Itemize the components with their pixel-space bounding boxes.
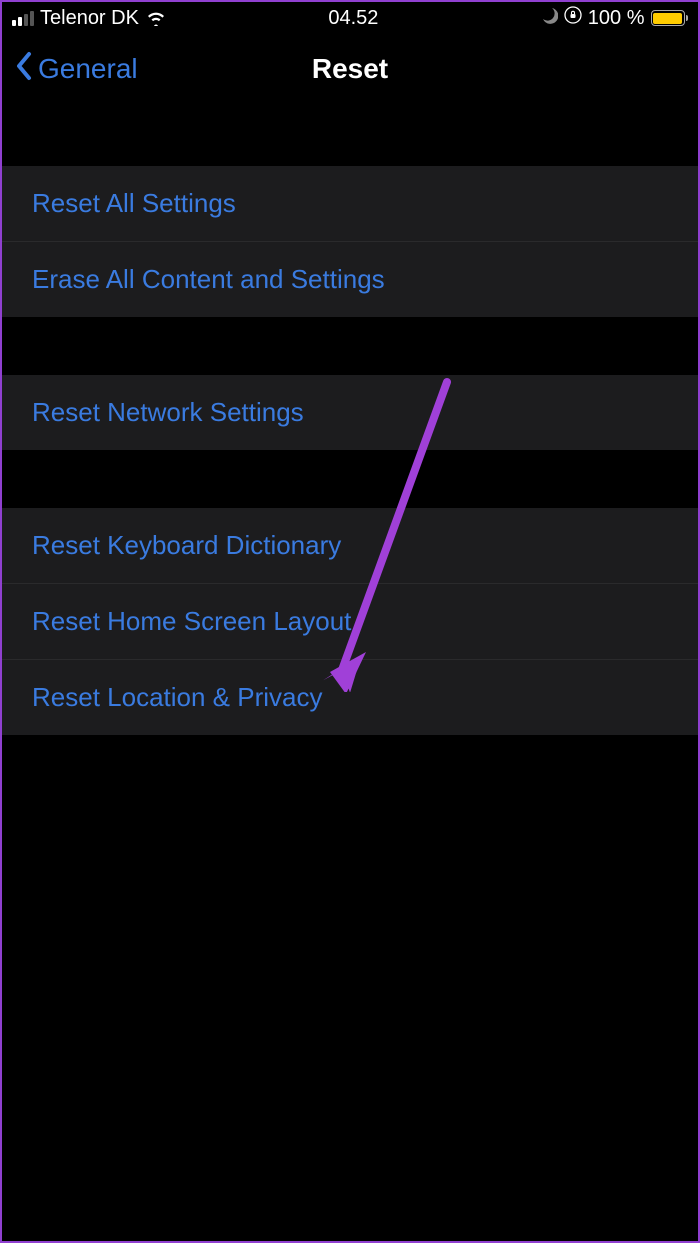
- battery-percentage: 100 %: [588, 7, 645, 30]
- reset-all-settings[interactable]: Reset All Settings: [2, 166, 698, 242]
- reset-group-2: Reset Network Settings: [2, 375, 698, 450]
- reset-location-and-privacy[interactable]: Reset Location & Privacy: [2, 660, 698, 735]
- list-item-label: Reset Location & Privacy: [32, 682, 322, 712]
- list-item-label: Reset All Settings: [32, 188, 236, 218]
- list-item-label: Erase All Content and Settings: [32, 264, 385, 294]
- reset-home-screen-layout[interactable]: Reset Home Screen Layout: [2, 584, 698, 660]
- list-item-label: Reset Home Screen Layout: [32, 606, 351, 636]
- reset-network-settings[interactable]: Reset Network Settings: [2, 375, 698, 450]
- section-spacer: [2, 317, 698, 375]
- wifi-icon: [145, 10, 167, 26]
- back-label: General: [38, 53, 138, 85]
- status-bar: Telenor DK 04.52 100 %: [2, 2, 698, 34]
- reset-group-3: Reset Keyboard Dictionary Reset Home Scr…: [2, 508, 698, 735]
- do-not-disturb-icon: [540, 6, 558, 30]
- erase-all-content-and-settings[interactable]: Erase All Content and Settings: [2, 242, 698, 317]
- reset-keyboard-dictionary[interactable]: Reset Keyboard Dictionary: [2, 508, 698, 584]
- battery-icon: [651, 10, 689, 26]
- orientation-lock-icon: [564, 6, 582, 30]
- status-bar-left: Telenor DK: [12, 7, 167, 30]
- reset-group-1: Reset All Settings Erase All Content and…: [2, 166, 698, 317]
- page-title: Reset: [312, 53, 388, 85]
- carrier-label: Telenor DK: [40, 7, 139, 30]
- status-bar-right: 100 %: [540, 6, 688, 30]
- list-item-label: Reset Keyboard Dictionary: [32, 530, 341, 560]
- section-spacer: [2, 104, 698, 166]
- chevron-left-icon: [14, 50, 34, 89]
- navigation-bar: General Reset: [2, 34, 698, 104]
- cellular-signal-icon: [12, 10, 34, 26]
- status-time: 04.52: [328, 7, 378, 30]
- back-button[interactable]: General: [14, 50, 138, 89]
- list-item-label: Reset Network Settings: [32, 397, 304, 427]
- section-spacer: [2, 450, 698, 508]
